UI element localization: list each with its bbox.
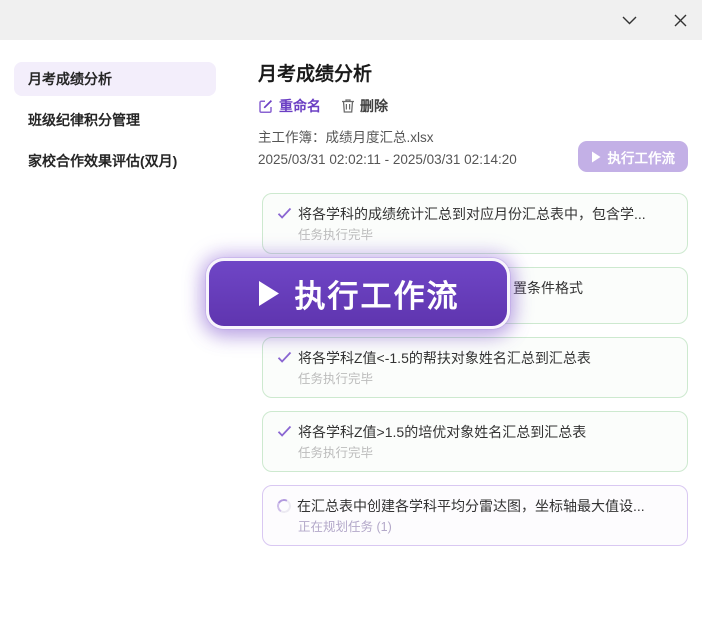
task-status: 正在规划任务 (1)	[298, 518, 673, 537]
task-list: 将各学科的成绩统计汇总到对应月份汇总表中，包含学... 任务执行完毕 置条件格式…	[262, 193, 688, 546]
sidebar-item-label: 家校合作效果评估(双月)	[28, 151, 177, 171]
chevron-down-icon	[622, 16, 637, 25]
action-row: 重命名 删除	[258, 96, 702, 116]
check-icon	[277, 351, 292, 364]
titlebar	[0, 0, 702, 40]
task-card[interactable]: 在汇总表中创建各学科平均分雷达图，坐标轴最大值设... 正在规划任务 (1)	[262, 485, 688, 546]
check-icon	[277, 207, 292, 220]
trash-icon	[341, 98, 355, 114]
check-icon	[277, 425, 292, 438]
execute-workflow-label: 执行工作流	[608, 147, 676, 167]
sidebar-item-label: 月考成绩分析	[28, 69, 112, 89]
execute-workflow-overlay-label: 执行工作流	[295, 271, 460, 316]
close-icon	[674, 14, 687, 27]
execute-workflow-button[interactable]: 执行工作流	[578, 141, 689, 172]
close-button[interactable]	[660, 2, 700, 38]
sidebar-item-home-school-evaluation[interactable]: 家校合作效果评估(双月)	[14, 144, 216, 178]
task-text: 置条件格式	[513, 278, 583, 299]
task-status: 任务执行完毕	[298, 444, 673, 463]
edit-pencil-icon	[258, 98, 274, 114]
sidebar-item-class-discipline-points[interactable]: 班级纪律积分管理	[14, 103, 216, 137]
task-status: 任务执行完毕	[298, 226, 673, 245]
sidebar-item-label: 班级纪律积分管理	[28, 110, 140, 130]
task-text: 将各学科的成绩统计汇总到对应月份汇总表中，包含学...	[298, 204, 646, 225]
execute-workflow-overlay-button[interactable]: 执行工作流	[206, 258, 510, 329]
minimize-button[interactable]	[609, 2, 649, 38]
play-icon	[591, 151, 601, 163]
spinner-icon	[277, 497, 293, 514]
task-text: 将各学科Z值>1.5的培优对象姓名汇总到汇总表	[298, 422, 586, 443]
rename-button[interactable]: 重命名	[258, 96, 321, 116]
task-card[interactable]: 将各学科Z值<-1.5的帮扶对象姓名汇总到汇总表 任务执行完毕	[262, 337, 688, 398]
play-icon	[257, 280, 281, 307]
rename-label: 重命名	[279, 96, 321, 116]
delete-button[interactable]: 删除	[341, 96, 388, 116]
window-body: 月考成绩分析 班级纪律积分管理 家校合作效果评估(双月) 月考成绩分析 重命名	[0, 40, 702, 626]
task-status: 任务执行完毕	[298, 370, 673, 389]
sidebar: 月考成绩分析 班级纪律积分管理 家校合作效果评估(双月)	[0, 40, 248, 626]
sidebar-item-monthly-exam-analysis[interactable]: 月考成绩分析	[14, 62, 216, 96]
task-card[interactable]: 将各学科Z值>1.5的培优对象姓名汇总到汇总表 任务执行完毕	[262, 411, 688, 472]
task-text: 在汇总表中创建各学科平均分雷达图，坐标轴最大值设...	[297, 496, 645, 517]
delete-label: 删除	[360, 96, 388, 116]
task-card[interactable]: 将各学科的成绩统计汇总到对应月份汇总表中，包含学... 任务执行完毕	[262, 193, 688, 254]
page-title: 月考成绩分析	[258, 62, 702, 88]
task-text: 将各学科Z值<-1.5的帮扶对象姓名汇总到汇总表	[298, 348, 591, 369]
main-panel: 月考成绩分析 重命名 删除	[248, 40, 702, 626]
